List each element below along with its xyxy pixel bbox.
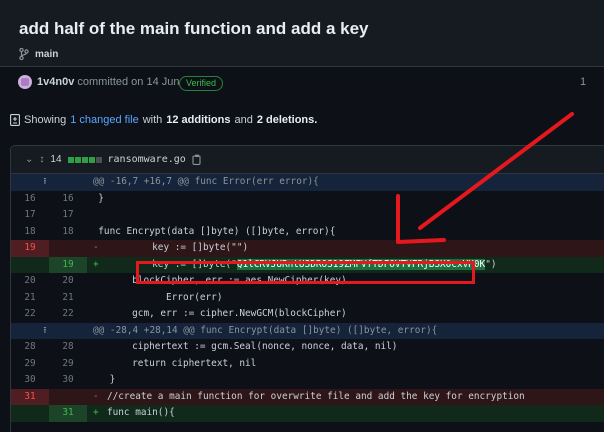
annotation-arrow [396, 112, 574, 244]
